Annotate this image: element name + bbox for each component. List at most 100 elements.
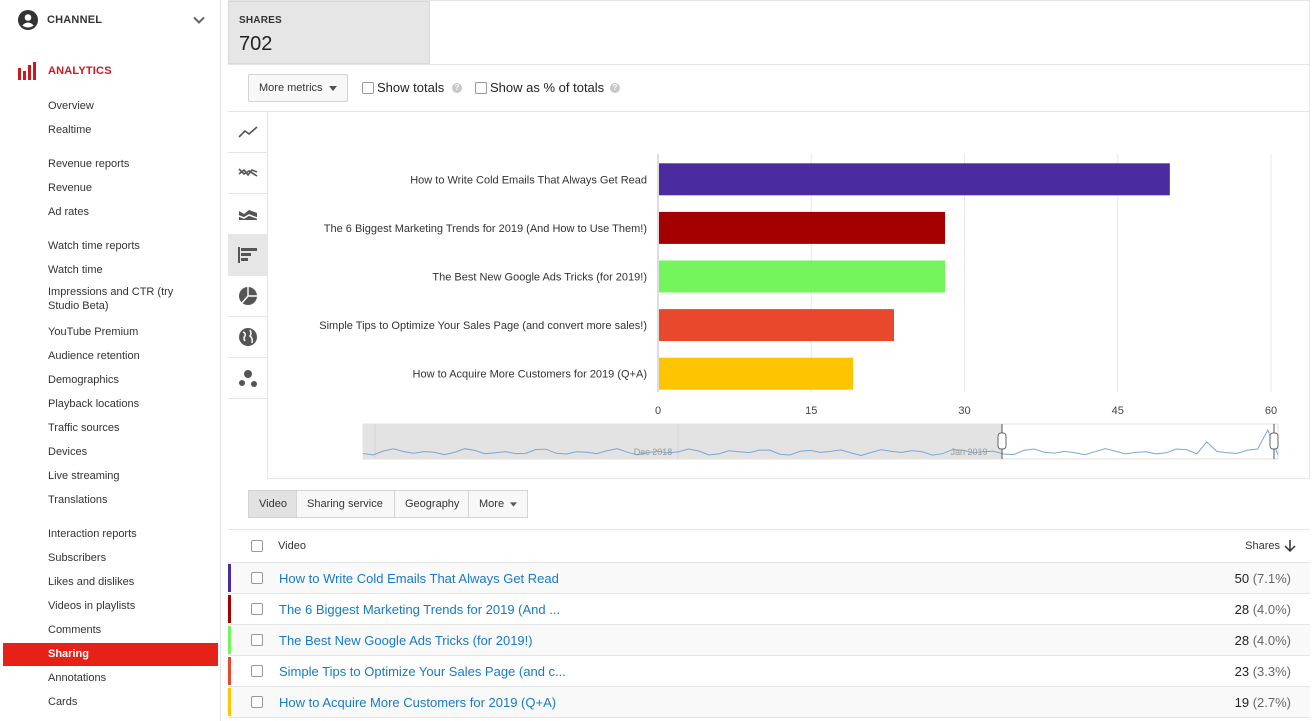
sidebar-item-impressions-ctr[interactable]: Impressions and CTR (try Studio Beta) xyxy=(48,285,188,313)
bubble-chart-button[interactable] xyxy=(228,358,268,399)
bar-1[interactable] xyxy=(659,163,1170,196)
category-label: The Best New Google Ads Tricks (for 2019… xyxy=(432,272,647,284)
row-color-bar xyxy=(228,626,231,654)
chevron-down-icon[interactable] xyxy=(192,13,206,27)
analytics-menu[interactable]: ANALYTICS xyxy=(18,60,208,82)
area-chart-button[interactable] xyxy=(228,194,268,235)
timeline-start-handle[interactable] xyxy=(997,432,1007,450)
sidebar-item-ad-rates[interactable]: Ad rates xyxy=(48,205,208,219)
sidebar-item-interaction-reports[interactable]: Interaction reports xyxy=(48,527,208,541)
channel-menu[interactable]: CHANNEL xyxy=(18,9,208,31)
table-header: Video Shares xyxy=(228,529,1310,563)
pie-chart-button[interactable] xyxy=(228,276,268,317)
bar-3[interactable] xyxy=(659,260,946,293)
help-icon[interactable]: ? xyxy=(610,83,620,93)
bar-chart-button[interactable] xyxy=(228,235,268,276)
sidebar-item-revenue-reports[interactable]: Revenue reports xyxy=(48,157,208,171)
tab-geography[interactable]: Geography xyxy=(394,490,469,518)
bar-4[interactable] xyxy=(659,309,894,342)
timeline-end-handle[interactable] xyxy=(1269,432,1279,450)
sidebar-item-demographics[interactable]: Demographics xyxy=(48,373,208,387)
channel-label: CHANNEL xyxy=(47,14,103,26)
chart-controls: More metrics Show totals ? Show as % of … xyxy=(228,65,1310,112)
sidebar-item-overview[interactable]: Overview xyxy=(48,99,208,113)
tab-video[interactable]: Video xyxy=(248,490,297,518)
sidebar-item-realtime[interactable]: Realtime xyxy=(48,123,208,137)
show-percent-label[interactable]: Show as % of totals xyxy=(490,80,604,95)
row-checkbox[interactable] xyxy=(251,696,263,708)
multi-line-chart-button[interactable] xyxy=(228,153,268,194)
pie-chart-icon xyxy=(239,287,257,305)
sidebar-item-traffic-sources[interactable]: Traffic sources xyxy=(48,421,208,435)
sidebar-item-youtube-premium[interactable]: YouTube Premium xyxy=(48,325,208,339)
sidebar-item-translations[interactable]: Translations xyxy=(48,493,208,507)
sidebar-item-revenue[interactable]: Revenue xyxy=(48,181,208,195)
help-icon[interactable]: ? xyxy=(452,83,462,93)
video-title-link[interactable]: The 6 Biggest Marketing Trends for 2019 … xyxy=(279,602,560,617)
category-label: How to Acquire More Customers for 2019 (… xyxy=(413,369,647,381)
video-title-link[interactable]: How to Write Cold Emails That Always Get… xyxy=(279,571,559,586)
table-row[interactable]: How to Acquire More Customers for 2019 (… xyxy=(228,687,1310,718)
sidebar-item-live-streaming[interactable]: Live streaming xyxy=(48,469,208,483)
sidebar-item-cards[interactable]: Cards xyxy=(48,695,208,709)
x-tick-label: 30 xyxy=(958,405,970,417)
column-header-shares[interactable]: Shares xyxy=(1245,540,1280,552)
row-checkbox[interactable] xyxy=(251,634,263,646)
tab-sharing-service[interactable]: Sharing service xyxy=(296,490,395,518)
x-tick-label: 45 xyxy=(1112,405,1124,417)
sidebar-item-watch-time-reports[interactable]: Watch time reports xyxy=(48,239,208,253)
row-checkbox[interactable] xyxy=(251,572,263,584)
sidebar-item-playback-locations[interactable]: Playback locations xyxy=(48,397,208,411)
shares-metric-card[interactable]: SHARES 702 xyxy=(228,1,430,64)
line-chart-icon xyxy=(238,126,258,138)
video-title-link[interactable]: The Best New Google Ads Tricks (for 2019… xyxy=(279,633,533,648)
shares-value: 23 (3.3%) xyxy=(1234,664,1291,679)
tab-more[interactable]: More xyxy=(468,490,528,518)
category-label: The 6 Biggest Marketing Trends for 2019 … xyxy=(324,223,647,235)
tab-more-label: More xyxy=(479,498,505,510)
select-all-checkbox[interactable] xyxy=(251,540,263,552)
timeline-unselected-range xyxy=(363,424,1002,459)
chart-type-toolbar xyxy=(228,112,268,479)
data-table: Video Shares How to Write Cold Emails Th… xyxy=(228,529,1310,718)
sort-down-arrow-icon[interactable] xyxy=(1284,539,1296,553)
table-row[interactable]: How to Write Cold Emails That Always Get… xyxy=(228,563,1310,594)
video-title-link[interactable]: Simple Tips to Optimize Your Sales Page … xyxy=(279,664,566,679)
analytics-bars-icon xyxy=(18,62,36,80)
bar-chart: 0 15 30 45 60 How to Write Cold Emails That A… xyxy=(319,154,1279,460)
metric-title: SHARES xyxy=(239,15,282,26)
more-metrics-label: More metrics xyxy=(259,82,323,94)
shares-value: 28 (4.0%) xyxy=(1234,633,1291,648)
table-row[interactable]: The 6 Biggest Marketing Trends for 2019 … xyxy=(228,594,1310,625)
sidebar-item-videos-in-playlists[interactable]: Videos in playlists xyxy=(48,599,208,613)
line-chart-button[interactable] xyxy=(228,112,268,153)
more-metrics-button[interactable]: More metrics xyxy=(248,74,348,102)
show-percent-checkbox[interactable] xyxy=(475,82,487,94)
bubble-chart-icon xyxy=(239,370,257,387)
sidebar-item-devices[interactable]: Devices xyxy=(48,445,208,459)
analytics-label: ANALYTICS xyxy=(48,65,112,77)
row-checkbox[interactable] xyxy=(251,603,263,615)
category-label: Simple Tips to Optimize Your Sales Page … xyxy=(319,320,647,332)
show-totals-checkbox[interactable] xyxy=(362,82,374,94)
sidebar-item-annotations[interactable]: Annotations xyxy=(48,671,208,685)
x-tick-label: 60 xyxy=(1265,405,1277,417)
sidebar-item-watch-time[interactable]: Watch time xyxy=(48,263,208,277)
bar-5[interactable] xyxy=(659,357,854,390)
bar-chart-icon xyxy=(238,247,257,263)
map-chart-button[interactable] xyxy=(228,317,268,358)
sidebar-item-audience-retention[interactable]: Audience retention xyxy=(48,349,208,363)
sidebar-item-comments[interactable]: Comments xyxy=(48,623,208,637)
bar-2[interactable] xyxy=(659,211,946,244)
sidebar-item-sharing[interactable]: Sharing xyxy=(3,643,218,666)
table-row[interactable]: The Best New Google Ads Tricks (for 2019… xyxy=(228,625,1310,656)
column-header-video[interactable]: Video xyxy=(278,540,306,552)
video-title-link[interactable]: How to Acquire More Customers for 2019 (… xyxy=(279,695,556,710)
sidebar-item-subscribers[interactable]: Subscribers xyxy=(48,551,208,565)
sidebar-item-likes-dislikes[interactable]: Likes and dislikes xyxy=(48,575,208,589)
account-circle-icon xyxy=(18,10,38,30)
table-row[interactable]: Simple Tips to Optimize Your Sales Page … xyxy=(228,656,1310,687)
show-totals-label[interactable]: Show totals xyxy=(377,80,444,95)
row-checkbox[interactable] xyxy=(251,665,263,677)
row-color-bar xyxy=(228,564,231,592)
